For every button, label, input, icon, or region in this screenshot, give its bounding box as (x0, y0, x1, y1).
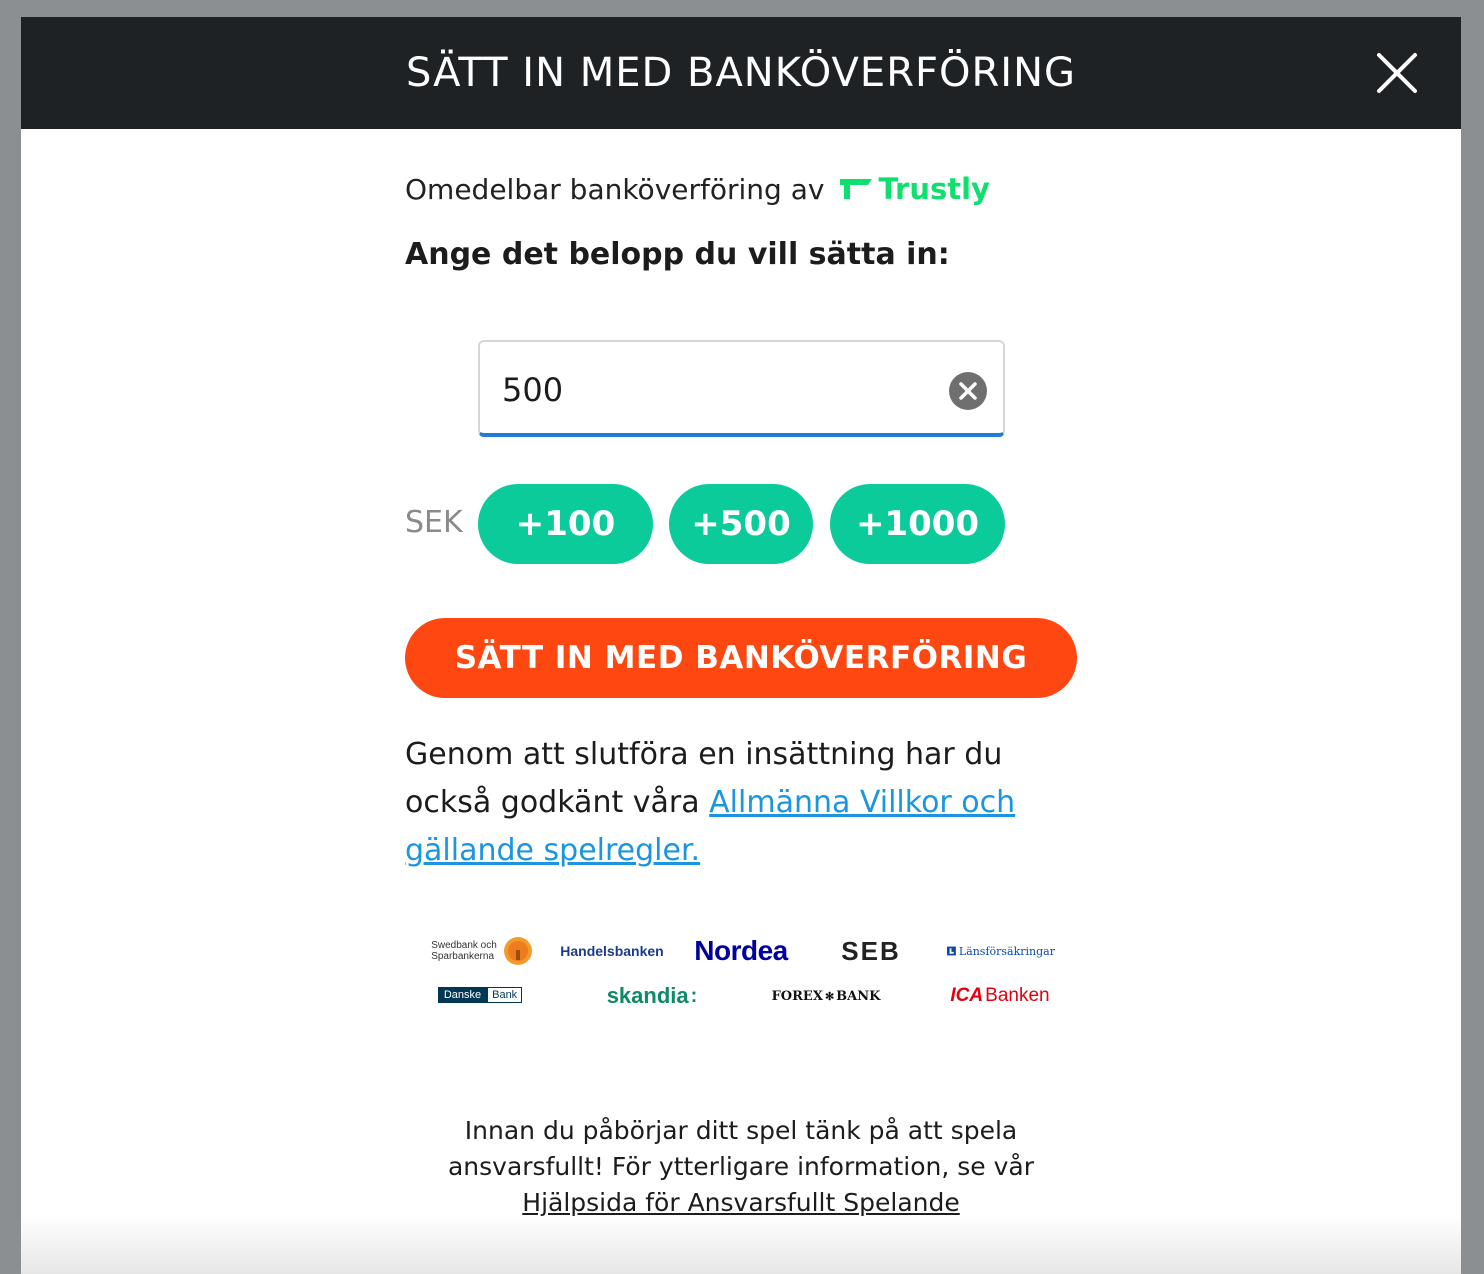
lansforsakringar-name: Länsförsäkringar (958, 944, 1055, 958)
quick-add-100-button[interactable]: +100 (478, 484, 653, 564)
skandia-colon-icon: : (690, 984, 698, 1007)
amount-heading: Ange det belopp du vill sätta in: (405, 237, 950, 272)
responsible-gaming-notice: Innan du påbörjar ditt spel tänk på att … (21, 1113, 1461, 1221)
trustly-logo: Trustly (840, 172, 990, 206)
modal-title: SÄTT IN MED BANKÖVERFÖRING (406, 50, 1076, 96)
amount-input[interactable] (502, 368, 922, 412)
trustly-brand: Trustly (878, 172, 990, 206)
danske-part2: Bank (487, 987, 523, 1003)
clear-icon[interactable] (949, 372, 987, 410)
swedbank-line1: Swedbank och (431, 940, 497, 951)
provider-text: Omedelbar banköverföring av (405, 172, 825, 206)
responsible-text: Innan du påbörjar ditt spel tänk på att … (447, 1116, 1035, 1181)
forex-part1: FOREX (771, 988, 823, 1004)
provider-row: Omedelbar banköverföring av Trustly (405, 167, 1095, 211)
bank-logo-seb: SEB (841, 935, 901, 966)
close-icon[interactable] (1373, 49, 1421, 97)
bottom-fade (21, 1214, 1461, 1274)
quick-add-500-button[interactable]: +500 (669, 484, 813, 564)
bank-logo-lansforsakringar: Länsförsäkringar (947, 937, 1055, 965)
bank-logo-handelsbanken: Handelsbanken (560, 943, 664, 959)
skandia-name: skandia (606, 983, 689, 1008)
swedbank-oak-icon (503, 937, 532, 965)
trustly-icon (840, 179, 873, 199)
bank-logos: Swedbank och Sparbankerna Handelsbanken … (429, 929, 1055, 1029)
deposit-modal: SÄTT IN MED BANKÖVERFÖRING Omedelbar ban… (21, 17, 1461, 1274)
responsible-gaming-link[interactable]: Hjälpsida för Ansvarsfullt Spelande (522, 1188, 959, 1217)
bank-logo-forex: FOREX ✻ BANK (771, 984, 881, 1008)
bank-logo-skandia: skandia : (597, 981, 707, 1011)
amount-field[interactable] (478, 340, 1005, 437)
bank-logo-danske: Danske Bank (427, 986, 533, 1004)
deposit-submit-button[interactable]: SÄTT IN MED BANKÖVERFÖRING (405, 618, 1077, 698)
lansforsakringar-icon (947, 946, 956, 956)
bank-logo-ica: ICA Banken (945, 981, 1055, 1011)
bank-logo-nordea: Nordea (694, 935, 788, 966)
deposit-form: Omedelbar banköverföring av Trustly Ange… (405, 167, 1095, 868)
swedbank-line2: Sparbankerna (431, 951, 495, 962)
forex-part2: BANK (836, 988, 881, 1004)
modal-header: SÄTT IN MED BANKÖVERFÖRING (21, 17, 1461, 129)
danske-part1: Danske (437, 987, 488, 1003)
currency-label: SEK (405, 505, 463, 540)
ica-part2: Banken (985, 985, 1050, 1006)
ica-part1: ICA (950, 985, 984, 1006)
quick-add-1000-button[interactable]: +1000 (830, 484, 1005, 564)
terms-text: Genom att slutföra en insättning har du … (405, 731, 1085, 875)
forex-emblem-icon: ✻ (824, 989, 835, 1003)
bank-logo-swedbank: Swedbank och Sparbankerna (427, 933, 537, 969)
